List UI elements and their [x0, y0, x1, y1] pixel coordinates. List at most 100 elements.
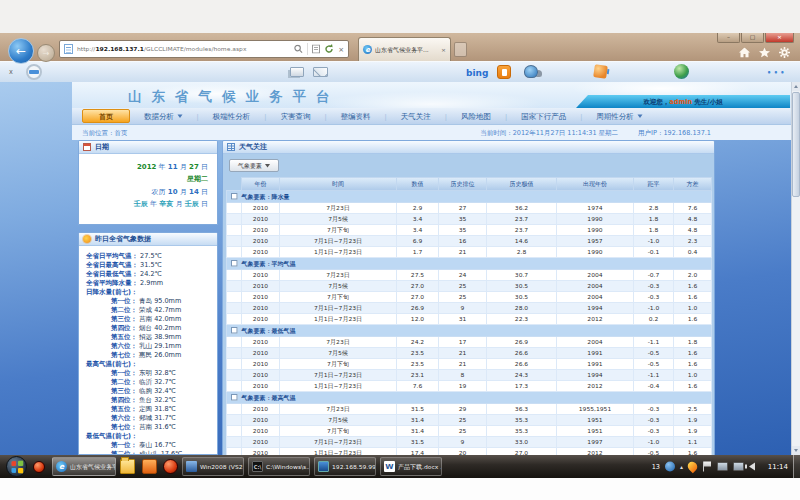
camera-icon[interactable]: [524, 65, 538, 78]
checkbox[interactable]: [231, 327, 238, 334]
nav-item-6[interactable]: 天气关注: [387, 111, 445, 121]
table-row[interactable]: 20107月23日31.52936.31955,1951-0.32.5: [227, 404, 712, 415]
table-row[interactable]: 20107月5候23.52126.61991-0.51.6: [227, 348, 712, 359]
table-row[interactable]: 20107月下旬27.02530.52004-0.31.6: [227, 292, 712, 303]
tray-messenger-icon[interactable]: [665, 462, 675, 472]
table-row[interactable]: 20107月下旬23.52126.61991-0.51.6: [227, 359, 712, 370]
tray-expand-icon[interactable]: ▴: [680, 463, 683, 470]
table-row[interactable]: 20107月5候31.42535.31951-0.31.9: [227, 415, 712, 426]
table-row[interactable]: 20101月1日~7月23日12.03122.320120.21.6: [227, 314, 712, 325]
checkbox[interactable]: [231, 193, 238, 200]
table-cell: 3.4: [397, 225, 439, 236]
table-cell: 1月1日~7月23日: [280, 314, 397, 325]
blocked-content-icon[interactable]: [26, 64, 42, 80]
mail-icon[interactable]: [313, 67, 328, 77]
messenger-icon[interactable]: [497, 65, 511, 79]
scroll-down-arrow[interactable]: [792, 446, 800, 455]
address-bar-icons: ×: [294, 43, 344, 55]
taskbar-clock[interactable]: 11:14: [768, 455, 788, 478]
element-group-row[interactable]: 气象要素：最高气温: [227, 392, 712, 404]
table-cell: 22.3: [487, 314, 557, 325]
table-row[interactable]: 20107月1日~7月23日26.9928.01994-1.01.0: [227, 303, 712, 314]
table-row[interactable]: 20107月下旬31.42535.31951-0.31.9: [227, 426, 712, 437]
table-row[interactable]: 20101月1日~7月23日7.61917.32012-0.41.6: [227, 381, 712, 392]
element-group-row[interactable]: 气象要素：平均气温: [227, 258, 712, 270]
compatibility-icon[interactable]: [312, 45, 320, 54]
nav-item-1[interactable]: 首页: [82, 109, 130, 123]
table-cell: 25: [439, 415, 487, 426]
scrollbar-thumb[interactable]: [792, 92, 800, 197]
network-icon[interactable]: [717, 462, 728, 471]
address-bar[interactable]: http://192.168.137.1/GLCCLIMATE/modules/…: [59, 40, 349, 58]
show-desktop-button[interactable]: [793, 455, 800, 478]
nav-item-3[interactable]: 极端性分析: [199, 111, 265, 121]
table-row[interactable]: 20107月下旬3.43523.719901.84.8: [227, 225, 712, 236]
favorites-star-icon[interactable]: [759, 48, 770, 58]
element-dropdown-button[interactable]: 气象要素: [229, 159, 279, 172]
taskbar-window-remote[interactable]: 192.168.59.99...: [314, 457, 376, 476]
home-icon[interactable]: [739, 48, 750, 58]
table-row[interactable]: 20107月1日~7月23日23.1824.31994-1.11.0: [227, 370, 712, 381]
taskbar-window-ie[interactable]: e山东省气候业务平...: [52, 457, 116, 476]
browser-tab[interactable]: e 山东省气候业务平... ×: [358, 37, 451, 61]
table-row[interactable]: 20101月1日~7月23日17.42027.02012-0.51.6: [227, 448, 712, 456]
start-button[interactable]: [6, 456, 27, 477]
table-row[interactable]: 20107月23日2.92736.219742.87.6: [227, 203, 712, 214]
taskbar-window-cmd[interactable]: C:\C:\Windows\s...: [248, 457, 310, 476]
vertical-scrollbar[interactable]: [791, 82, 800, 455]
scroll-up-arrow[interactable]: [792, 82, 800, 91]
display-icon[interactable]: [733, 462, 744, 471]
table-row[interactable]: 20101月1日~7月23日1.7212.81990-0.10.4: [227, 247, 712, 258]
maximize-button[interactable]: ▢: [741, 33, 764, 43]
stop-icon[interactable]: ×: [338, 45, 344, 53]
minimize-button[interactable]: –: [717, 33, 740, 43]
nav-item-9[interactable]: 周期性分析: [582, 111, 656, 121]
globe-icon[interactable]: [674, 64, 689, 79]
tab-close-icon[interactable]: ×: [441, 46, 446, 53]
nav-item-5[interactable]: 整编资料: [327, 111, 385, 121]
element-group-row[interactable]: 气象要素：最低气温: [227, 325, 712, 337]
nav-item-4[interactable]: 灾害查询: [266, 111, 324, 121]
cards-icon[interactable]: [290, 67, 304, 77]
forward-button[interactable]: →: [37, 44, 55, 62]
new-tab-button[interactable]: [454, 42, 467, 57]
nav-item-2[interactable]: 数据分析: [130, 111, 197, 121]
table-cell: 21: [439, 348, 487, 359]
table-cell: 7月下旬: [280, 426, 397, 437]
tray-flame-icon[interactable]: [686, 460, 699, 473]
table-row[interactable]: 20107月1日~7月23日6.91614.61957-1.02.3: [227, 236, 712, 247]
close-button[interactable]: ×: [765, 33, 794, 43]
back-button[interactable]: ←: [8, 38, 34, 64]
refresh-icon[interactable]: [324, 44, 334, 54]
table-row[interactable]: 20107月1日~7月23日31.5933.01997-1.01.1: [227, 437, 712, 448]
toolbar-close-icon[interactable]: x: [9, 68, 13, 76]
checkbox[interactable]: [231, 260, 238, 267]
taskbar-window-word[interactable]: W产品下载.docx ...: [380, 457, 442, 476]
table-row[interactable]: 20107月5候3.43523.719901.84.8: [227, 214, 712, 225]
table-row[interactable]: 20107月23日24.21726.92004-1.11.8: [227, 337, 712, 348]
weather-tool-icon[interactable]: [593, 64, 608, 79]
table-cell: 2.8: [634, 203, 674, 214]
search-icon[interactable]: [294, 45, 303, 54]
table-cell: 7月5候: [280, 281, 397, 292]
table-cell: 7月23日: [280, 270, 397, 281]
red-app-icon[interactable]: [163, 459, 178, 474]
volume-icon[interactable]: [749, 463, 755, 471]
table-row[interactable]: 20107月5候27.02530.52004-0.31.6: [227, 281, 712, 292]
toolbar-overflow-dots[interactable]: •••: [767, 69, 787, 77]
action-center-flag-icon[interactable]: [702, 462, 712, 472]
orange-app-icon[interactable]: [142, 459, 157, 474]
table-cell: 1.6: [674, 381, 712, 392]
nav-item-7[interactable]: 风险地图: [447, 111, 505, 121]
taskbar-window-win[interactable]: Win2008 (VS2...: [182, 457, 244, 476]
checkbox[interactable]: [231, 394, 238, 401]
explorer-folder-icon[interactable]: [120, 459, 135, 474]
settings-gear-icon[interactable]: [779, 47, 790, 58]
table-row[interactable]: 20107月23日27.52430.72004-0.72.0: [227, 270, 712, 281]
bing-logo[interactable]: bing: [466, 67, 488, 78]
element-group-row[interactable]: 气象要素：降水量: [227, 191, 712, 203]
media-player-icon[interactable]: [33, 461, 45, 473]
table-cell: -0.3: [634, 281, 674, 292]
table-cell: 1.6: [674, 292, 712, 303]
nav-item-8[interactable]: 国家下行产品: [507, 111, 580, 121]
